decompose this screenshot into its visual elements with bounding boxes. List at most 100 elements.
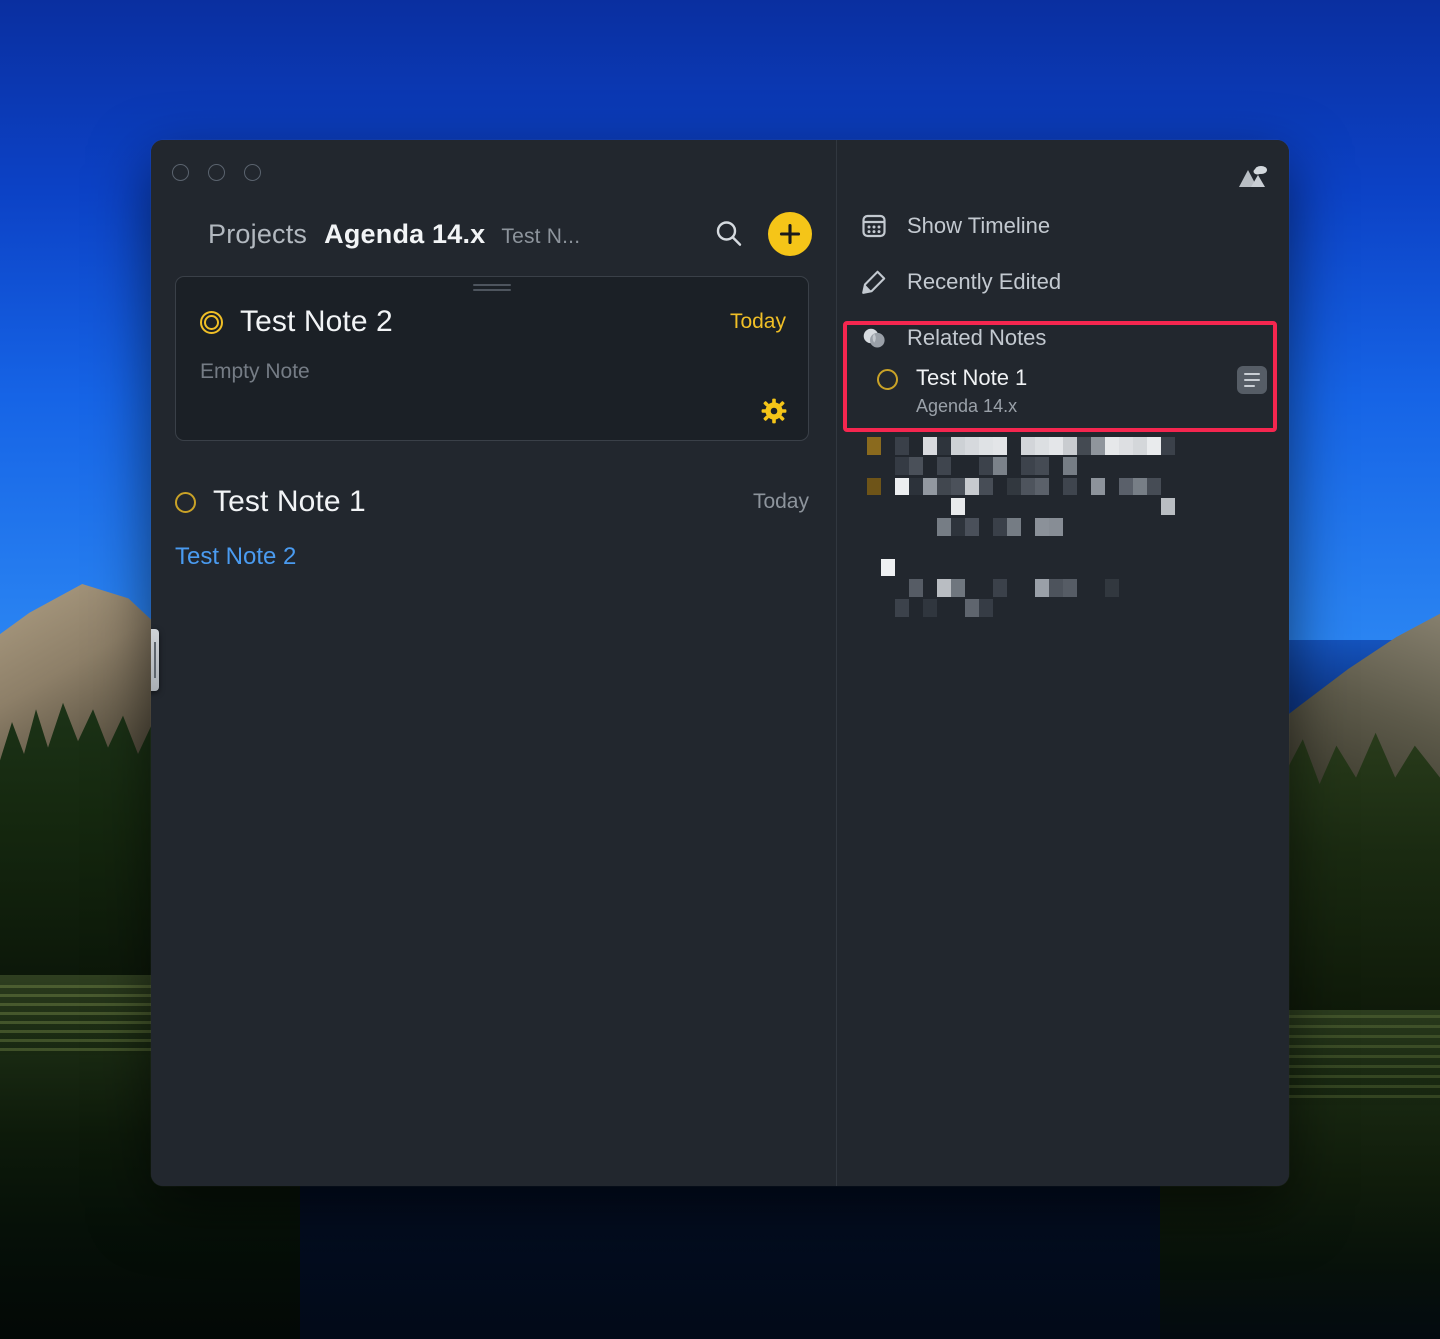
redacted-pixel — [923, 437, 937, 455]
redacted-pixel — [1133, 477, 1147, 496]
sidebar-item-recently-edited[interactable]: Recently Edited — [859, 260, 1271, 304]
breadcrumb-project[interactable]: Agenda 14.x — [324, 219, 485, 250]
redacted-pixel — [1063, 437, 1077, 455]
redacted-pixel — [951, 497, 965, 516]
redacted-pixel — [979, 599, 993, 617]
redacted-pixel — [895, 457, 909, 475]
sidebar-item-label: Recently Edited — [907, 269, 1062, 294]
redacted-pixel — [881, 558, 895, 577]
redacted-pixel — [951, 579, 965, 597]
circle-ring-icon[interactable] — [175, 491, 196, 513]
redacted-pixel — [867, 477, 881, 496]
redacted-pixel — [1147, 477, 1161, 496]
redacted-pixel — [951, 437, 965, 455]
window-controls — [172, 164, 261, 181]
overlapping-circles-icon — [859, 323, 889, 353]
redacted-pixel — [1063, 579, 1077, 597]
gear-icon[interactable] — [761, 398, 787, 424]
redacted-pixel — [1161, 497, 1175, 516]
redacted-pixel — [937, 579, 951, 597]
redacted-pixel — [979, 457, 993, 475]
pencil-icon — [859, 267, 889, 297]
redacted-pixel — [1007, 477, 1021, 496]
redacted-pixel — [1021, 457, 1035, 475]
redacted-pixel — [1035, 518, 1049, 536]
note-title: Test Note 1 — [213, 485, 366, 518]
redacted-pixel — [993, 579, 1007, 597]
redacted-pixel — [1161, 437, 1175, 455]
redacted-pixel — [1049, 518, 1063, 536]
redacted-pixel — [1035, 457, 1049, 475]
redacted-pixel — [1063, 457, 1077, 475]
mountains-picture-icon[interactable] — [1237, 162, 1269, 190]
redacted-pixel — [937, 457, 951, 475]
redacted-pixel — [951, 477, 965, 496]
redacted-pixel — [1021, 477, 1035, 496]
redacted-pixel — [1133, 437, 1147, 455]
note-date: Today — [729, 310, 786, 333]
redacted-pixel — [909, 579, 923, 597]
agenda-app-window: Projects Agenda 14.x Test N... Test Note… — [151, 140, 1289, 1186]
add-note-button[interactable] — [768, 212, 812, 256]
notes-pane: Projects Agenda 14.x Test N... Test Note… — [151, 140, 837, 1186]
card-drag-handle[interactable] — [473, 284, 511, 291]
note-lines-icon[interactable] — [1237, 366, 1267, 394]
redacted-pixel — [979, 437, 993, 455]
sidebar-item-show-timeline[interactable]: Show Timeline — [859, 204, 1271, 248]
redacted-pixel — [1147, 437, 1161, 455]
redacted-pixel — [1105, 437, 1119, 455]
related-note-item[interactable]: Test Note 1 Agenda 14.x — [877, 365, 1267, 424]
redacted-pixel — [1035, 579, 1049, 597]
redacted-pixel — [965, 599, 979, 617]
note-link[interactable]: Test Note 2 — [175, 543, 809, 571]
redacted-pixel — [965, 518, 979, 536]
close-button[interactable] — [172, 164, 189, 181]
redacted-pixel — [1091, 437, 1105, 455]
minimize-button[interactable] — [208, 164, 225, 181]
note-list-item[interactable]: Test Note 1 Today Test Note 2 — [175, 485, 809, 571]
sidebar-item-label: Related Notes — [907, 325, 1047, 350]
note-title: Test Note 2 — [240, 305, 393, 338]
redacted-pixel — [923, 599, 937, 617]
note-title-row: Test Note 1 Today — [175, 485, 809, 519]
calendar-icon — [859, 211, 889, 241]
redacted-pixel — [1049, 437, 1063, 455]
note-date: Today — [752, 490, 809, 513]
redacted-pixel — [993, 518, 1007, 536]
note-title-row: Test Note 2 Today — [200, 305, 786, 339]
redacted-pixel — [937, 477, 951, 496]
redacted-pixel — [951, 518, 965, 536]
redacted-pixel — [1035, 477, 1049, 496]
sidebar-item-related-notes[interactable]: Related Notes — [859, 316, 1271, 360]
search-icon[interactable] — [712, 217, 746, 251]
breadcrumb: Projects Agenda 14.x Test N... — [151, 198, 836, 270]
redacted-pixel — [909, 477, 923, 496]
redacted-pixel — [1119, 437, 1133, 455]
header-actions — [712, 212, 812, 256]
plus-icon — [779, 223, 801, 245]
target-ring-icon[interactable] — [200, 310, 223, 334]
redacted-pixel — [1077, 437, 1091, 455]
redacted-pixel — [895, 599, 909, 617]
redacted-pixel — [1049, 579, 1063, 597]
redacted-pixel — [1007, 518, 1021, 536]
sidebar-item-label: Show Timeline — [907, 213, 1051, 238]
redacted-pixel — [923, 477, 937, 496]
redacted-pixel — [1105, 579, 1119, 597]
redacted-pixel — [1063, 477, 1077, 496]
inspector-pane: Show Timeline Recently Edited Related No… — [837, 140, 1289, 1186]
zoom-button[interactable] — [244, 164, 261, 181]
related-note-texts: Test Note 1 Agenda 14.x — [916, 365, 1028, 417]
redacted-pixel — [1035, 437, 1049, 455]
note-card-selected[interactable]: Test Note 2 Today Empty Note — [175, 276, 809, 441]
related-note-subtitle: Agenda 14.x — [916, 395, 1018, 416]
redacted-content — [867, 437, 1227, 617]
breadcrumb-note[interactable]: Test N... — [501, 220, 580, 249]
breadcrumb-projects[interactable]: Projects — [208, 219, 307, 250]
note-body-placeholder: Empty Note — [200, 360, 310, 383]
redacted-pixel — [993, 437, 1007, 455]
related-note-title: Test Note 1 — [916, 365, 1028, 390]
sidebar-resize-handle[interactable] — [151, 629, 159, 691]
circle-ring-icon[interactable] — [877, 369, 898, 390]
redacted-pixel — [993, 457, 1007, 475]
